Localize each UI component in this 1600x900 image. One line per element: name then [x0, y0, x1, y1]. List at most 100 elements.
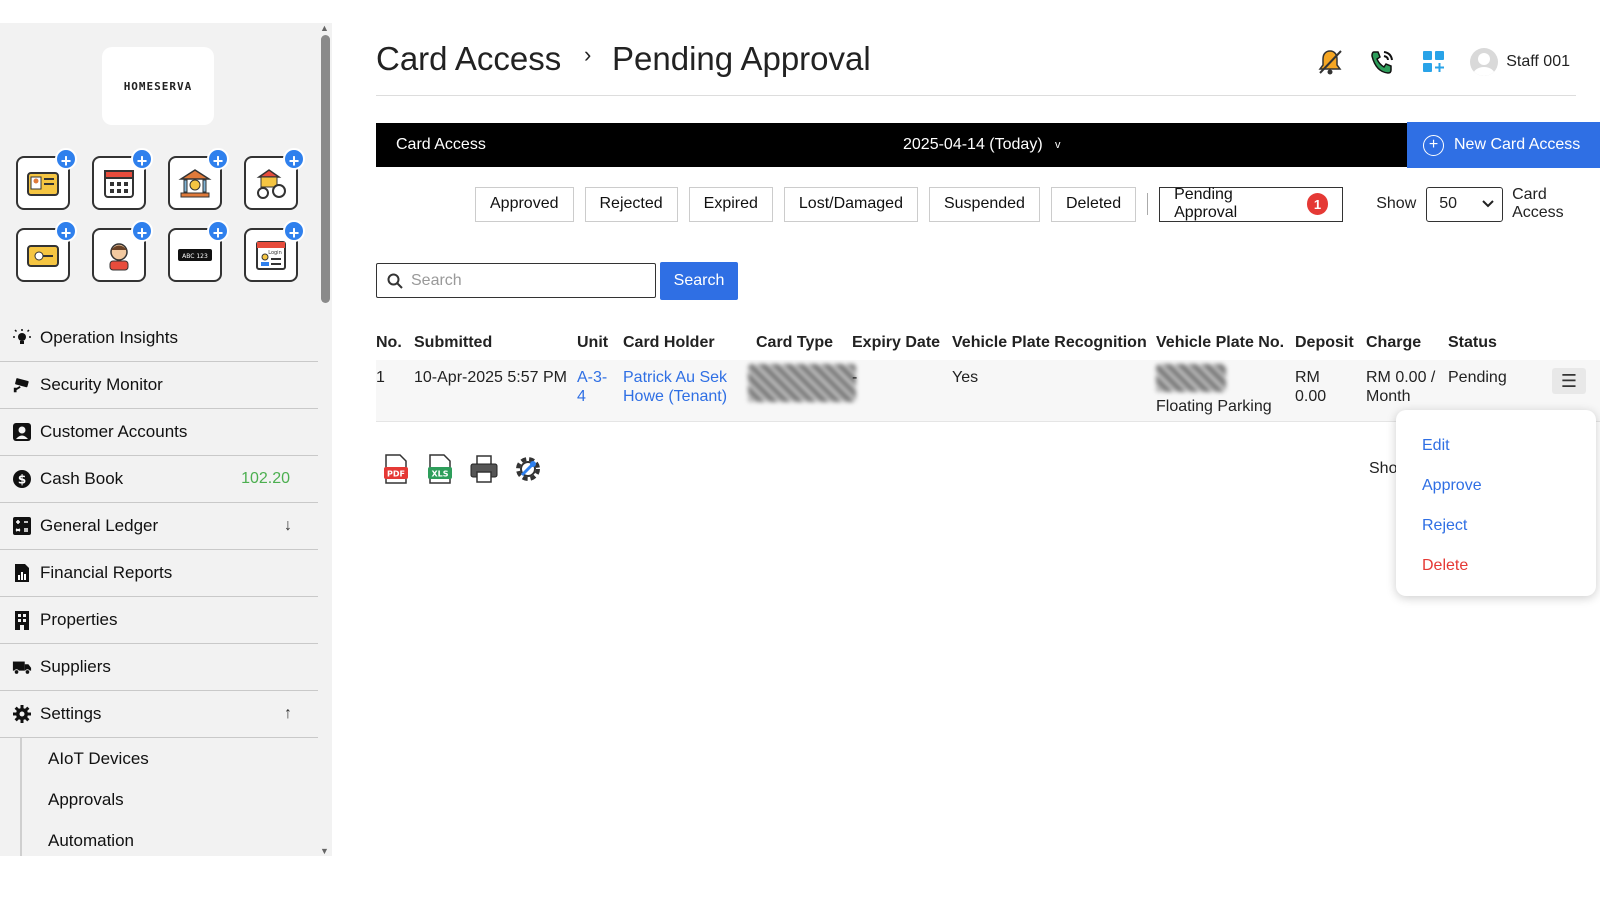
row-menu-icon[interactable]: ☰ [1552, 368, 1586, 394]
sidebar-scrollbar[interactable]: ▲ ▼ [318, 23, 332, 856]
visitor-face-icon[interactable]: + [92, 220, 153, 282]
col-header-expiry-date[interactable]: Expiry Date [852, 334, 940, 352]
sidebar-subitem-approvals[interactable]: Approvals [22, 779, 318, 820]
col-header-charge[interactable]: Charge [1366, 334, 1421, 352]
sidebar-item-suppliers[interactable]: Suppliers [0, 644, 318, 691]
bell-muted-icon[interactable] [1314, 46, 1346, 78]
scroll-down-icon[interactable]: ▼ [320, 846, 329, 856]
sidebar-item-label: Customer Accounts [40, 422, 188, 441]
deposit-line-2: 0.00 [1295, 388, 1327, 405]
sidebar-subitem-automation[interactable]: Automation [22, 820, 318, 856]
col-header-no[interactable]: No. [376, 334, 402, 352]
sidebar-item-label: General Ledger [40, 516, 159, 535]
bank-money-icon[interactable]: + [168, 148, 229, 210]
filter-lost-damaged[interactable]: Lost/Damaged [783, 186, 918, 222]
calculator-icon [12, 516, 32, 536]
plate-abc123-icon[interactable]: ABC 123 + [168, 220, 229, 282]
add-plus-icon[interactable]: + [55, 220, 77, 243]
menu-item-reject[interactable]: Reject [1396, 506, 1596, 546]
menu-item-approve[interactable]: Approve [1396, 466, 1596, 506]
sidebar-item-cash-book[interactable]: $ Cash Book 102.20 [0, 456, 318, 503]
scroll-up-icon[interactable]: ▲ [320, 23, 329, 33]
filter-deleted[interactable]: Deleted [1050, 186, 1137, 222]
filter-pending-approval[interactable]: Pending Approval 1 [1159, 186, 1344, 222]
col-header-unit[interactable]: Unit [577, 334, 608, 352]
plate-text: ABC 123 [182, 253, 208, 260]
xls-icon[interactable]: XLS [424, 452, 456, 486]
sidebar-item-label: Suppliers [40, 657, 111, 676]
add-plus-icon[interactable]: + [207, 148, 229, 171]
add-plus-icon[interactable]: + [131, 148, 153, 171]
filter-expired[interactable]: Expired [688, 186, 773, 222]
breadcrumb-card-access[interactable]: Card Access [376, 40, 561, 78]
parking-icon[interactable]: + [244, 148, 305, 210]
building-icon [12, 610, 32, 630]
charge-line-1: RM 0.00 / [1366, 369, 1436, 386]
search-button[interactable]: Search [660, 262, 738, 300]
add-plus-icon[interactable]: + [55, 148, 77, 171]
add-plus-icon[interactable]: + [131, 220, 153, 243]
page-size-select[interactable]: 50 [1426, 186, 1504, 222]
scroll-thumb[interactable] [321, 35, 330, 303]
id-card-icon[interactable]: + [16, 148, 77, 210]
search-input[interactable] [411, 271, 641, 290]
show-label: Show [1376, 195, 1417, 212]
status-badge: Pending [1448, 369, 1507, 386]
expand-arrow-icon[interactable]: ↓ [284, 517, 292, 535]
login-profile-icon[interactable]: Login + [244, 220, 305, 282]
cell-submitted: 10-Apr-2025 5:57 PM [414, 369, 567, 386]
sidebar-item-settings[interactable]: Settings ↑ [0, 691, 318, 738]
app-logo[interactable]: HOMESERVA [102, 47, 214, 125]
report-chart-icon [12, 563, 32, 583]
user-name[interactable]: Staff 001 [1506, 53, 1570, 71]
col-header-vehicle-plate-no[interactable]: Vehicle Plate No. [1156, 334, 1284, 352]
menu-item-delete[interactable]: Delete [1396, 546, 1596, 586]
sidebar-item-general-ledger[interactable]: General Ledger ↓ [0, 503, 318, 550]
filter-rejected[interactable]: Rejected [584, 186, 678, 222]
sidebar-item-financial-reports[interactable]: Financial Reports [0, 550, 318, 597]
calendar-icon[interactable]: + [92, 148, 153, 210]
search-field[interactable] [376, 263, 656, 298]
date-selector[interactable]: 2025-04-14 (Today) [903, 136, 1043, 154]
add-plus-icon[interactable]: + [207, 220, 229, 243]
print-icon[interactable] [468, 452, 500, 486]
page-size-value: 50 [1439, 195, 1458, 212]
sidebar-subitem-aiot-devices[interactable]: AIoT Devices [22, 738, 318, 779]
col-header-card-type[interactable]: Card Type [756, 334, 833, 352]
cell-unit-link[interactable]: A-3- 4 [577, 368, 607, 406]
unit-line-2: 4 [577, 388, 586, 405]
sidebar-item-properties[interactable]: Properties [0, 597, 318, 644]
settings-wrench-icon[interactable] [512, 452, 544, 486]
sidebar-item-customer-accounts[interactable]: Customer Accounts [0, 409, 318, 456]
avatar[interactable] [1470, 48, 1499, 76]
col-header-deposit[interactable]: Deposit [1295, 334, 1354, 352]
pending-count-badge: 1 [1306, 193, 1329, 215]
quick-actions: + + + + + + ABC 123 + Login + [16, 148, 305, 282]
col-header-vehicle-plate-recognition[interactable]: Vehicle Plate Recognition [952, 334, 1147, 352]
page-header: Card Access › Pending Approval Staff 001 [376, 38, 1576, 96]
header-actions: Staff 001 [1314, 46, 1570, 78]
breadcrumb-separator: › [584, 42, 592, 67]
add-plus-icon[interactable]: + [283, 220, 305, 243]
sidebar-item-operation-insights[interactable]: Operation Insights [0, 315, 318, 362]
phone-icon[interactable] [1366, 46, 1398, 78]
chevron-down-icon[interactable]: v [1055, 139, 1061, 151]
new-card-access-button[interactable]: + New Card Access [1407, 122, 1600, 168]
sidebar-item-label: Financial Reports [40, 563, 173, 582]
apps-grid-icon[interactable] [1418, 46, 1450, 78]
sidebar-item-security-monitor[interactable]: Security Monitor [0, 362, 318, 409]
col-header-card-holder[interactable]: Card Holder [623, 334, 715, 352]
access-card-key-icon[interactable]: + [16, 220, 77, 282]
filter-suspended[interactable]: Suspended [928, 186, 1040, 222]
cell-card-holder-link[interactable]: Patrick Au Sek Howe (Tenant) [623, 368, 727, 406]
filter-approved[interactable]: Approved [475, 186, 574, 222]
add-plus-icon[interactable]: + [283, 148, 305, 171]
lightbulb-icon [12, 328, 32, 348]
svg-text:XLS: XLS [431, 470, 448, 479]
filter-divider [1147, 193, 1149, 215]
menu-item-edit[interactable]: Edit [1396, 426, 1596, 466]
collapse-arrow-icon[interactable]: ↑ [284, 705, 292, 723]
pdf-icon[interactable]: PDF [380, 452, 412, 486]
col-header-submitted[interactable]: Submitted [414, 334, 492, 352]
col-header-status[interactable]: Status [1448, 334, 1497, 352]
